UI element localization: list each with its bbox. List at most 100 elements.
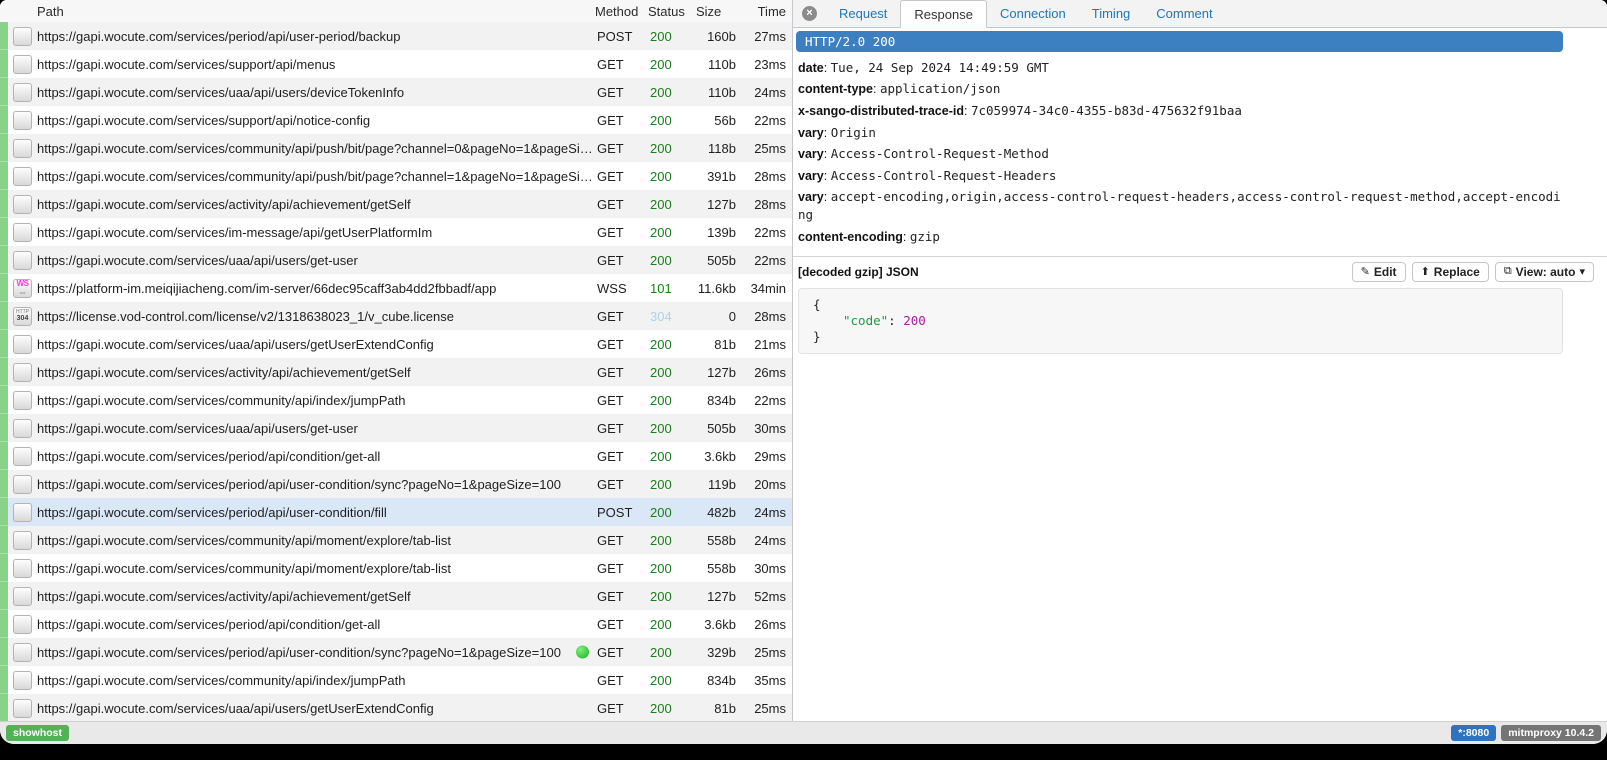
flow-time: 26ms	[736, 365, 792, 380]
flow-row[interactable]: https://gapi.wocute.com/services/communi…	[0, 526, 792, 554]
flow-method: GET	[597, 421, 650, 436]
flow-status: 200	[650, 589, 696, 604]
flow-method: GET	[597, 365, 650, 380]
flow-row[interactable]: https://gapi.wocute.com/services/communi…	[0, 666, 792, 694]
response-header-line: content-type: application/json	[798, 79, 1563, 101]
detail-tabbar: × RequestResponseConnectionTimingComment	[793, 0, 1607, 28]
flow-size: 160b	[696, 29, 736, 44]
flow-method: GET	[597, 337, 650, 352]
flow-size: 482b	[696, 505, 736, 520]
flow-row[interactable]: https://gapi.wocute.com/services/communi…	[0, 134, 792, 162]
main-split: PathMethodStatusSizeTime https://gapi.wo…	[0, 0, 1607, 721]
showhost-badge[interactable]: showhost	[6, 725, 69, 741]
flow-time: 22ms	[736, 225, 792, 240]
flow-size: 329b	[696, 645, 736, 660]
header-name: vary	[798, 190, 824, 204]
row-icon-cell	[8, 475, 37, 494]
flow-time: 24ms	[736, 505, 792, 520]
flow-row[interactable]: https://gapi.wocute.com/services/period/…	[0, 22, 792, 50]
flow-time: 28ms	[736, 197, 792, 212]
row-icon-cell	[8, 27, 37, 46]
flow-row[interactable]: https://gapi.wocute.com/services/period/…	[0, 442, 792, 470]
flow-row[interactable]: https://gapi.wocute.com/services/im-mess…	[0, 218, 792, 246]
flow-row[interactable]: https://gapi.wocute.com/services/communi…	[0, 554, 792, 582]
flow-row[interactable]: https://gapi.wocute.com/services/activit…	[0, 190, 792, 218]
flow-row[interactable]: HTTP304https://license.vod-control.com/l…	[0, 302, 792, 330]
flow-row[interactable]: https://gapi.wocute.com/services/uaa/api…	[0, 330, 792, 358]
flow-time: 30ms	[736, 561, 792, 576]
edit-button[interactable]: ✎Edit	[1352, 262, 1406, 282]
flow-row[interactable]: WS⇔https://platform-im.meiqijiacheng.com…	[0, 274, 792, 302]
green-marker-dot	[576, 646, 589, 659]
flow-status: 200	[650, 477, 696, 492]
flow-row[interactable]: https://gapi.wocute.com/services/communi…	[0, 162, 792, 190]
close-icon[interactable]: ×	[802, 6, 817, 21]
flow-row[interactable]: https://gapi.wocute.com/services/communi…	[0, 386, 792, 414]
document-icon	[13, 195, 32, 214]
flow-path: https://gapi.wocute.com/services/uaa/api…	[37, 253, 597, 268]
document-icon	[13, 363, 32, 382]
flow-row[interactable]: https://gapi.wocute.com/services/uaa/api…	[0, 694, 792, 721]
flow-path: https://gapi.wocute.com/services/uaa/api…	[37, 85, 597, 100]
document-icon	[13, 419, 32, 438]
flow-row[interactable]: https://gapi.wocute.com/services/period/…	[0, 498, 792, 526]
row-icon-cell	[8, 139, 37, 158]
replace-button[interactable]: ⬆Replace	[1412, 262, 1489, 282]
response-status-line: HTTP/2.0 200	[796, 31, 1563, 52]
tab-connection[interactable]: Connection	[987, 0, 1079, 27]
flow-table-header: PathMethodStatusSizeTime	[0, 0, 792, 22]
view-mode-button[interactable]: ⧉View: auto▾	[1495, 262, 1594, 282]
tab-timing[interactable]: Timing	[1079, 0, 1144, 27]
flow-path: https://gapi.wocute.com/services/uaa/api…	[37, 701, 597, 716]
tab-response[interactable]: Response	[900, 0, 987, 28]
status-footer: showhost *:8080 mitmproxy 10.4.2	[0, 721, 1607, 744]
row-icon-cell: WS⇔	[8, 279, 37, 298]
flow-time: 22ms	[736, 393, 792, 408]
row-marker	[0, 386, 8, 414]
flow-time: 34min	[736, 281, 792, 296]
row-icon-cell	[8, 699, 37, 718]
flow-path: https://gapi.wocute.com/services/support…	[37, 57, 597, 72]
flow-size: 81b	[696, 701, 736, 716]
header-value: Access-Control-Request-Method	[831, 146, 1049, 161]
flow-status: 200	[650, 113, 696, 128]
flow-status: 200	[650, 449, 696, 464]
flow-size: 56b	[696, 113, 736, 128]
flow-size: 3.6kb	[696, 449, 736, 464]
response-header-line: vary: accept-encoding,origin,access-cont…	[798, 187, 1563, 227]
row-marker	[0, 610, 8, 638]
flow-row[interactable]: https://gapi.wocute.com/services/period/…	[0, 470, 792, 498]
tab-request[interactable]: Request	[826, 0, 900, 27]
flow-row[interactable]: https://gapi.wocute.com/services/activit…	[0, 582, 792, 610]
flow-row[interactable]: https://gapi.wocute.com/services/support…	[0, 50, 792, 78]
mitmweb-window: PathMethodStatusSizeTime https://gapi.wo…	[0, 0, 1607, 744]
flow-status: 200	[650, 617, 696, 632]
flow-row[interactable]: https://gapi.wocute.com/services/support…	[0, 106, 792, 134]
document-icon	[13, 391, 32, 410]
view-mode-label: View: auto	[1516, 265, 1576, 279]
json-value: 200	[903, 313, 926, 328]
flow-path: https://gapi.wocute.com/services/period/…	[37, 29, 597, 44]
flow-row[interactable]: https://gapi.wocute.com/services/uaa/api…	[0, 78, 792, 106]
flow-size: 505b	[696, 253, 736, 268]
flow-row[interactable]: https://gapi.wocute.com/services/period/…	[0, 638, 792, 666]
flow-method: GET	[597, 449, 650, 464]
row-icon-cell	[8, 167, 37, 186]
flow-time: 29ms	[736, 449, 792, 464]
json-open-brace: {	[813, 297, 1548, 313]
flow-status: 200	[650, 337, 696, 352]
document-icon	[13, 699, 32, 718]
col-header-method: Method	[595, 4, 648, 19]
col-header-path: Path	[37, 4, 595, 19]
flow-row[interactable]: https://gapi.wocute.com/services/uaa/api…	[0, 246, 792, 274]
flow-row[interactable]: https://gapi.wocute.com/services/period/…	[0, 610, 792, 638]
document-icon	[13, 223, 32, 242]
header-value: 7c059974-34c0-4355-b83d-475632f91baa	[971, 103, 1242, 118]
flow-path: https://gapi.wocute.com/services/activit…	[37, 197, 597, 212]
tab-comment[interactable]: Comment	[1143, 0, 1225, 27]
chevron-down-icon: ▾	[1579, 265, 1585, 278]
col-header-size: Size	[694, 4, 736, 19]
flow-row[interactable]: https://gapi.wocute.com/services/activit…	[0, 358, 792, 386]
version-badge: mitmproxy 10.4.2	[1501, 725, 1601, 741]
flow-row[interactable]: https://gapi.wocute.com/services/uaa/api…	[0, 414, 792, 442]
